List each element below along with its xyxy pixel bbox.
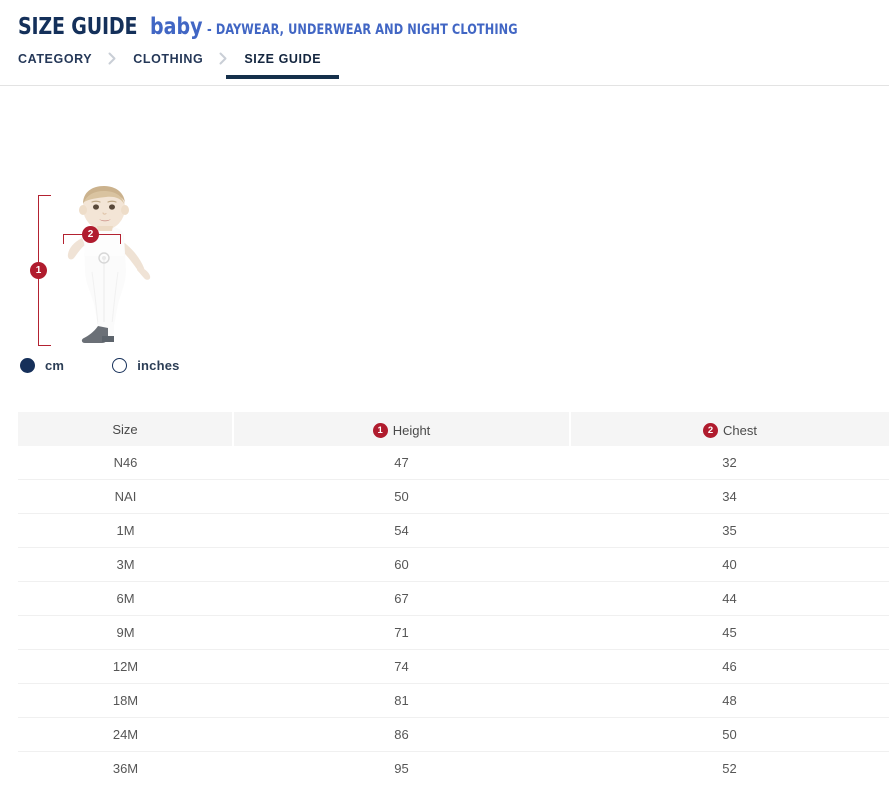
chest-marker-badge: 2 — [82, 226, 99, 243]
cell-chest: 50 — [570, 718, 889, 752]
cell-size: 36M — [18, 752, 233, 786]
table-row: N46 47 32 — [18, 446, 889, 480]
cell-height: 50 — [233, 480, 570, 514]
table-body: N46 47 32 NAI 50 34 1M 54 35 3M 60 40 6M… — [18, 446, 889, 785]
cell-height: 74 — [233, 650, 570, 684]
baby-illustration-icon — [54, 186, 158, 346]
cell-chest: 48 — [570, 684, 889, 718]
chevron-right-icon — [219, 51, 228, 65]
cell-height: 71 — [233, 616, 570, 650]
column-header-chest: 2 Chest — [570, 412, 889, 446]
table-row: 12M 74 46 — [18, 650, 889, 684]
page-title-main: SIZE GUIDE — [18, 14, 137, 40]
column-header-size: Size — [18, 412, 233, 446]
cell-size: 9M — [18, 616, 233, 650]
page-title-accent: baby — [150, 14, 203, 40]
cell-chest: 45 — [570, 616, 889, 650]
cell-size: 6M — [18, 582, 233, 616]
table-row: 6M 67 44 — [18, 582, 889, 616]
cell-size: 3M — [18, 548, 233, 582]
table-row: 9M 71 45 — [18, 616, 889, 650]
unit-option-cm-label: cm — [45, 358, 64, 373]
breadcrumb-item-category[interactable]: CATEGORY — [18, 51, 92, 78]
table-header-row: Size 1 Height 2 Chest — [18, 412, 889, 446]
cell-chest: 46 — [570, 650, 889, 684]
column-header-size-label: Size — [112, 422, 137, 437]
cell-height: 95 — [233, 752, 570, 786]
cell-size: 12M — [18, 650, 233, 684]
cell-height: 60 — [233, 548, 570, 582]
page-subtitle: - DAYWEAR, UNDERWEAR AND NIGHT CLOTHING — [207, 22, 518, 38]
table-row: 3M 60 40 — [18, 548, 889, 582]
breadcrumb-item-size-guide[interactable]: SIZE GUIDE — [244, 51, 321, 78]
size-guide-table: Size 1 Height 2 Chest N46 47 32 — [18, 412, 889, 785]
cell-size: 1M — [18, 514, 233, 548]
cell-size: 24M — [18, 718, 233, 752]
cell-size: 18M — [18, 684, 233, 718]
chest-badge-icon: 2 — [703, 423, 718, 438]
table-row: 36M 95 52 — [18, 752, 889, 786]
cell-height: 81 — [233, 684, 570, 718]
table-row: 18M 81 48 — [18, 684, 889, 718]
breadcrumb: CATEGORY CLOTHING SIZE GUIDE — [0, 51, 889, 86]
cell-chest: 44 — [570, 582, 889, 616]
cell-chest: 32 — [570, 446, 889, 480]
radio-cm[interactable] — [20, 358, 35, 373]
unit-selector: cm inches — [20, 358, 228, 373]
cell-height: 67 — [233, 582, 570, 616]
column-header-height-label: Height — [393, 423, 431, 438]
cell-height: 47 — [233, 446, 570, 480]
radio-inches[interactable] — [112, 358, 127, 373]
page-header: SIZE GUIDE baby - DAYWEAR, UNDERWEAR AND… — [0, 0, 889, 40]
cell-chest: 35 — [570, 514, 889, 548]
height-marker-badge: 1 — [30, 262, 47, 279]
cell-size: N46 — [18, 446, 233, 480]
column-header-height: 1 Height — [233, 412, 570, 446]
unit-option-inches-label: inches — [137, 358, 179, 373]
table-row: 24M 86 50 — [18, 718, 889, 752]
height-badge-icon: 1 — [373, 423, 388, 438]
cell-size: NAI — [18, 480, 233, 514]
cell-height: 86 — [233, 718, 570, 752]
cell-height: 54 — [233, 514, 570, 548]
chevron-right-icon — [108, 51, 117, 65]
unit-option-inches[interactable]: inches — [112, 358, 179, 373]
table-row: NAI 50 34 — [18, 480, 889, 514]
measurement-figure: 1 2 — [0, 186, 889, 386]
breadcrumb-item-clothing[interactable]: CLOTHING — [133, 51, 203, 78]
column-header-chest-label: Chest — [723, 423, 757, 438]
cell-chest: 40 — [570, 548, 889, 582]
table-row: 1M 54 35 — [18, 514, 889, 548]
cell-chest: 52 — [570, 752, 889, 786]
unit-option-cm[interactable]: cm — [20, 358, 64, 373]
page-title: SIZE GUIDE baby - DAYWEAR, UNDERWEAR AND… — [18, 14, 889, 40]
cell-chest: 34 — [570, 480, 889, 514]
